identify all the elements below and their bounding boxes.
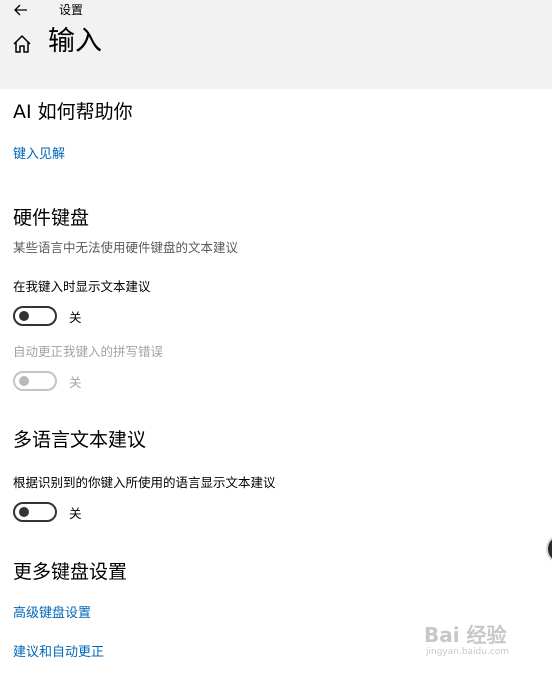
multilingual-suggestions-label: 根据识别到的你键入所使用的语言显示文本建议 [13, 475, 276, 490]
multilingual-suggestions-state: 关 [69, 505, 82, 521]
autocorrect-label: 自动更正我键入的拼写错误 [13, 344, 164, 359]
autocorrect-state: 关 [69, 374, 82, 390]
watermark-sub: jingyan.baidu.com [426, 647, 510, 657]
advanced-keyboard-settings-link[interactable]: 高级键盘设置 [13, 605, 91, 623]
autocorrect-toggle [13, 371, 57, 391]
toggle-knob [19, 507, 29, 517]
suggestions-autocorrect-link[interactable]: 建议和自动更正 [13, 644, 104, 662]
section-title-ai: AI 如何帮助你 [13, 101, 133, 123]
show-text-suggestions-state: 关 [69, 309, 82, 325]
section-title-more-keyboard-settings: 更多键盘设置 [13, 561, 128, 583]
window-title: 设置 [59, 3, 84, 17]
show-text-suggestions-label: 在我键入时显示文本建议 [13, 279, 151, 294]
show-text-suggestions-toggle[interactable] [13, 306, 57, 326]
multilingual-suggestions-row: 关 [13, 502, 82, 522]
toggle-knob [19, 311, 29, 321]
section-title-hardware-keyboard: 硬件键盘 [13, 207, 90, 229]
floating-edge-button[interactable] [546, 534, 552, 564]
autocorrect-row: 关 [13, 371, 82, 391]
show-text-suggestions-row: 关 [13, 306, 82, 326]
section-title-multilingual: 多语言文本建议 [13, 429, 147, 451]
toggle-knob [19, 376, 29, 386]
page-title: 输入 [48, 26, 102, 57]
hardware-keyboard-description: 某些语言中无法使用硬件键盘的文本建议 [13, 240, 239, 255]
watermark-brand: Bai 经验 [424, 623, 507, 647]
typing-insights-link[interactable]: 键入见解 [13, 146, 65, 164]
back-button[interactable] [8, 0, 34, 20]
baidu-watermark: Bai 经验 jingyan.baidu.com [424, 613, 544, 663]
home-icon[interactable] [11, 33, 33, 55]
arrow-left-icon [14, 4, 27, 16]
multilingual-suggestions-toggle[interactable] [13, 502, 57, 522]
